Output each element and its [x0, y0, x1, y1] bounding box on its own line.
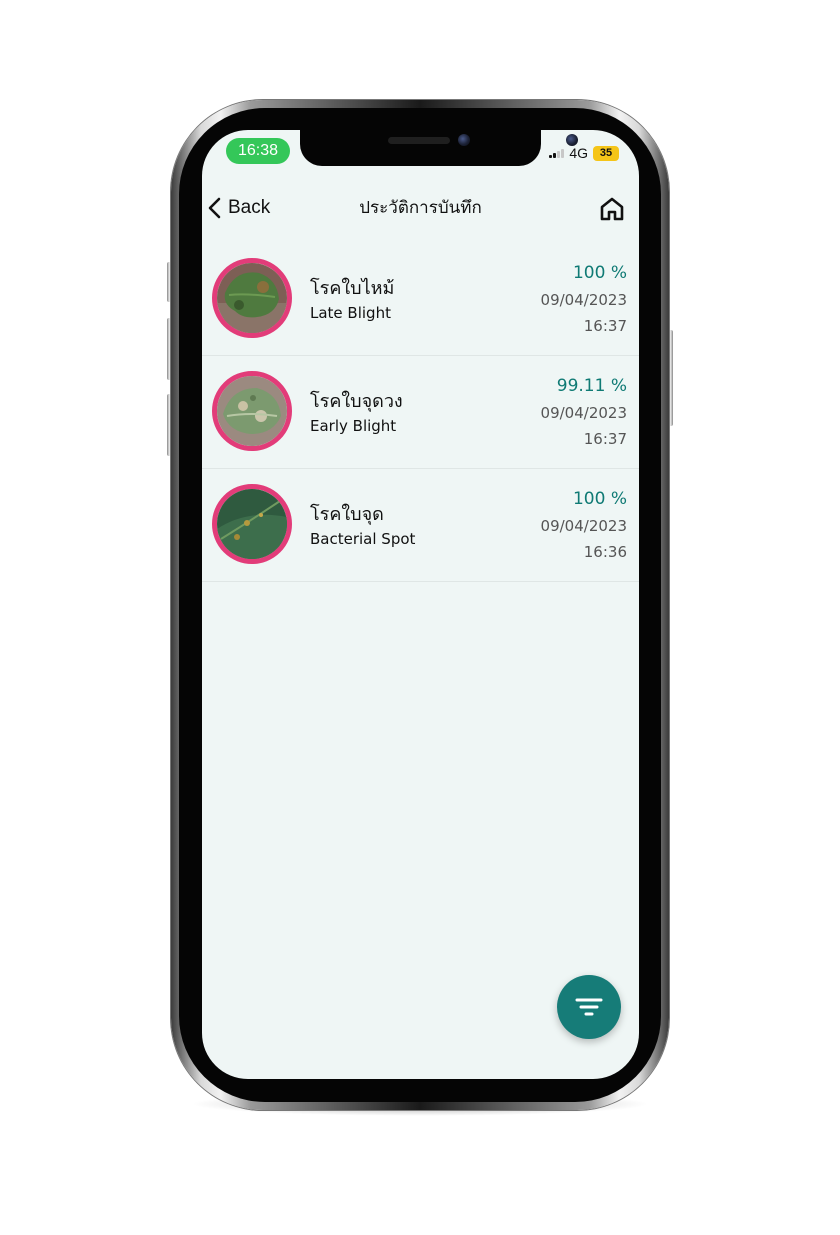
- home-icon[interactable]: [597, 194, 627, 224]
- record-time: 16:36: [583, 543, 627, 561]
- signal-icon: [549, 148, 565, 158]
- leaf-image-icon: [217, 263, 287, 333]
- camera-icon: [458, 134, 470, 146]
- status-indicators: 4G 35: [549, 144, 619, 162]
- leaf-photo: [212, 258, 292, 338]
- disease-name-en: Early Blight: [310, 417, 397, 435]
- leaf-photo: [212, 484, 292, 564]
- confidence-value: 100 %: [572, 263, 627, 283]
- disease-name-th: โรคใบจุดวง: [310, 391, 403, 412]
- leaf-photo: [212, 371, 292, 451]
- record-date: 09/04/2023: [540, 404, 627, 422]
- disease-name-en: Late Blight: [310, 304, 391, 322]
- speaker-grille: [388, 137, 450, 144]
- disease-name-th: โรคใบไหม้: [310, 278, 395, 299]
- phone-mockup: 16:38 4G 35 Back ประวัติการบันทึก โรคใบไ…: [0, 0, 840, 1235]
- battery-icon: 35: [593, 145, 619, 161]
- app-screen: 16:38 4G 35 Back ประวัติการบันทึก โรคใบไ…: [202, 130, 639, 1079]
- disease-name-th: โรคใบจุด: [310, 504, 384, 525]
- app-header: Back ประวัติการบันทึก: [202, 190, 639, 226]
- list-item[interactable]: โรคใบจุดวง Early Blight 99.11 % 09/04/20…: [202, 356, 639, 469]
- list-item[interactable]: โรคใบไหม้ Late Blight 100 % 09/04/2023 1…: [202, 243, 639, 356]
- filter-button[interactable]: [557, 975, 621, 1039]
- leaf-image-icon: [217, 489, 287, 559]
- notch: [300, 130, 578, 166]
- confidence-value: 99.11 %: [556, 376, 627, 396]
- disease-name-en: Bacterial Spot: [310, 530, 416, 548]
- confidence-value: 100 %: [572, 489, 627, 509]
- network-label: 4G: [569, 145, 588, 161]
- page-title: ประวัติการบันทึก: [359, 198, 482, 218]
- filter-icon: [575, 998, 603, 1016]
- leaf-image-icon: [217, 376, 287, 446]
- record-date: 09/04/2023: [540, 291, 627, 309]
- status-time: 16:38: [226, 138, 290, 164]
- record-date: 09/04/2023: [540, 517, 627, 535]
- record-time: 16:37: [583, 430, 627, 448]
- list-item[interactable]: โรคใบจุด Bacterial Spot 100 % 09/04/2023…: [202, 469, 639, 582]
- record-time: 16:37: [583, 317, 627, 335]
- history-list: โรคใบไหม้ Late Blight 100 % 09/04/2023 1…: [202, 243, 639, 582]
